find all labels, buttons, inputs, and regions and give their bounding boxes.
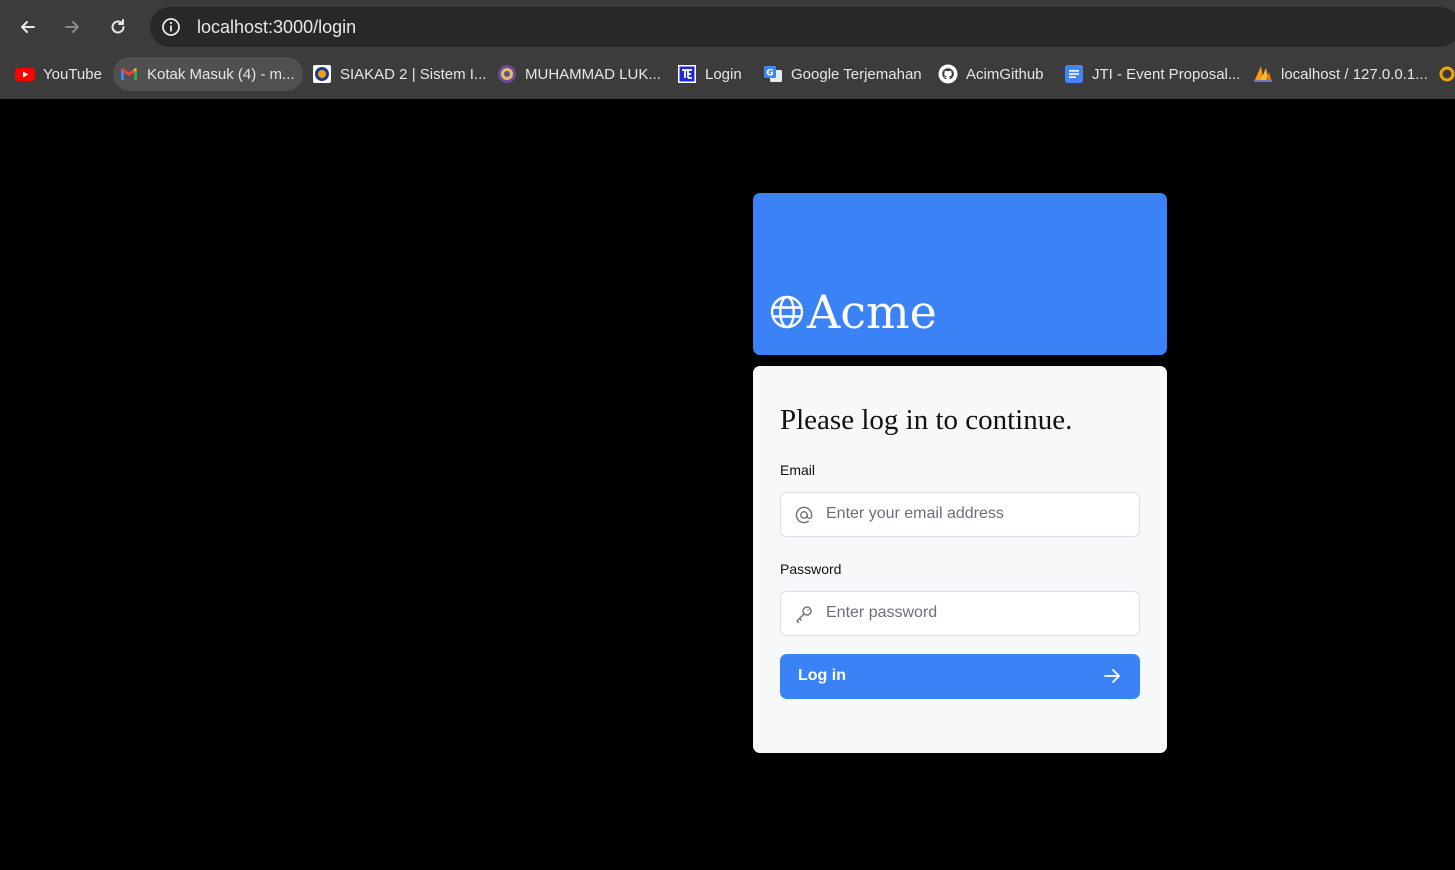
- url-text: localhost:3000/login: [197, 17, 357, 37]
- email-placeholder: Enter your email address: [826, 505, 1004, 522]
- browser-chrome: localhost:3000/login YouTube Kotak Masuk…: [0, 0, 1455, 99]
- siakad-icon: [312, 64, 332, 84]
- bookmark-overflow[interactable]: [1437, 57, 1455, 91]
- login-button-label: Log in: [798, 667, 846, 684]
- google-translate-icon: G: [763, 64, 783, 84]
- emblem-icon: [497, 64, 517, 84]
- brand-header: Acme: [753, 193, 1167, 355]
- bookmarks-bar: YouTube Kotak Masuk (4) - m... SIAKAD 2 …: [0, 50, 1455, 98]
- bookmark-acimgithub[interactable]: AcimGithub: [932, 57, 1052, 91]
- reload-icon: [111, 19, 125, 34]
- bookmark-gmail[interactable]: Kotak Masuk (4) - m...: [113, 57, 303, 91]
- at-sign-icon: [795, 506, 813, 524]
- svg-text:G: G: [766, 69, 773, 79]
- arrow-right-icon: [1104, 669, 1120, 683]
- bookmark-muhammad[interactable]: MUHAMMAD LUK...: [491, 57, 669, 91]
- info-icon[interactable]: [161, 17, 181, 37]
- arrow-right-icon: [65, 21, 79, 33]
- brand-name: Acme: [807, 285, 937, 339]
- te-icon: [677, 64, 697, 84]
- login-heading: Please log in to continue.: [780, 404, 1073, 436]
- bookmark-siakad[interactable]: SIAKAD 2 | Sistem I...: [306, 57, 494, 91]
- forward-button[interactable]: [58, 13, 86, 41]
- arrow-left-icon: [21, 21, 35, 33]
- key-icon: [796, 606, 812, 624]
- acme-logo: Acme: [769, 287, 937, 337]
- globe-icon: [770, 295, 804, 329]
- back-button[interactable]: [14, 13, 42, 41]
- bookmark-localhost[interactable]: localhost / 127.0.0.1...: [1247, 57, 1436, 91]
- address-bar[interactable]: localhost:3000/login: [150, 7, 1455, 47]
- password-label: Password: [780, 561, 842, 577]
- password-placeholder: Enter password: [826, 604, 938, 621]
- phpmyadmin-icon: [1253, 64, 1273, 84]
- youtube-icon: [15, 64, 35, 84]
- bookmark-google-translate[interactable]: G Google Terjemahan: [757, 57, 930, 91]
- password-field[interactable]: Enter password: [780, 591, 1140, 636]
- browser-toolbar: localhost:3000/login: [0, 5, 1455, 49]
- email-label: Email: [780, 462, 816, 478]
- reload-button[interactable]: [104, 13, 132, 41]
- gmail-icon: [119, 64, 139, 84]
- login-form: Please log in to continue. Email Enter y…: [753, 366, 1167, 753]
- email-field[interactable]: Enter your email address: [780, 492, 1140, 537]
- github-icon: [938, 64, 958, 84]
- bookmark-login[interactable]: Login: [671, 57, 750, 91]
- google-docs-icon: [1064, 64, 1084, 84]
- bookmark-youtube[interactable]: YouTube: [9, 57, 110, 91]
- login-button[interactable]: Log in: [780, 654, 1140, 699]
- bookmark-partial-icon: [1437, 64, 1455, 84]
- bookmark-jti-event[interactable]: JTI - Event Proposal...: [1058, 57, 1248, 91]
